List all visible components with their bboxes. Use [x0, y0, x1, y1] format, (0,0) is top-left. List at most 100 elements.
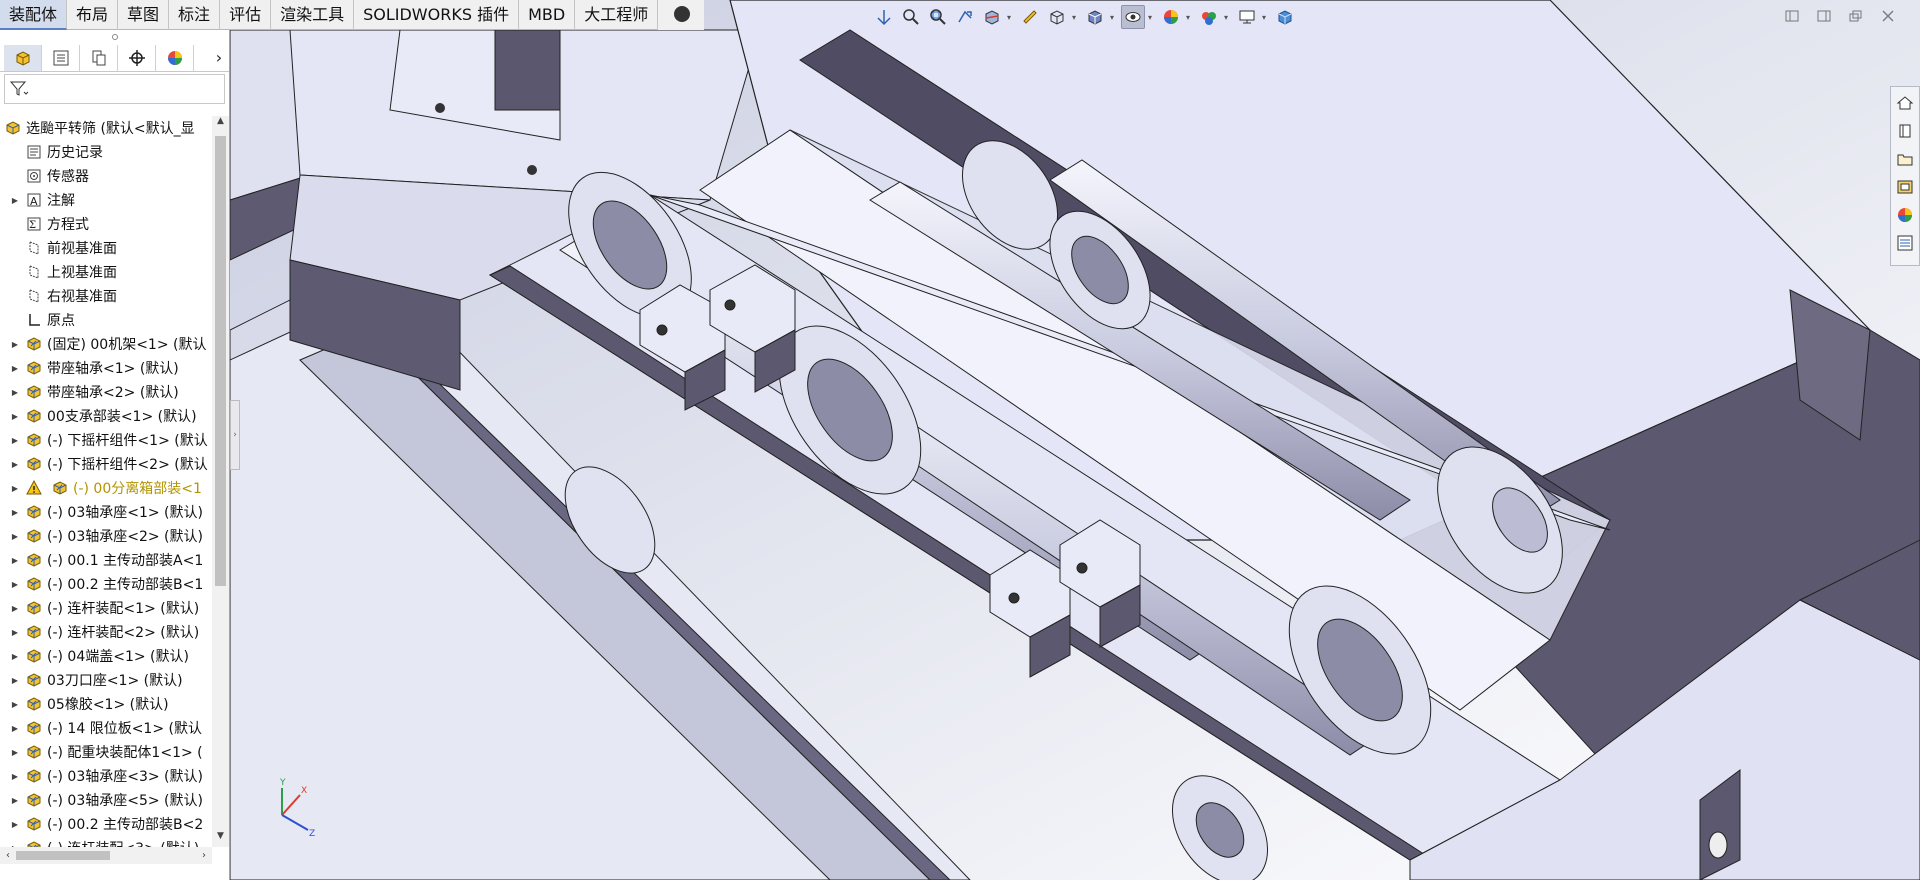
- tree-item[interactable]: ▶ (-) 03轴承座<3> (默认): [0, 764, 212, 788]
- apply-scene-icon[interactable]: [1197, 5, 1221, 29]
- tree-item[interactable]: 历史记录: [0, 140, 212, 164]
- panel-collapse-handle[interactable]: ›: [230, 400, 240, 470]
- graphics-area[interactable]: [230, 0, 1920, 880]
- tree-item[interactable]: 上视基准面: [0, 260, 212, 284]
- design-library-icon[interactable]: [1893, 117, 1917, 145]
- section-view-icon[interactable]: [980, 5, 1004, 29]
- expand-arrow-icon[interactable]: ▶: [9, 700, 21, 709]
- tab-1[interactable]: 布局: [67, 0, 119, 30]
- zoom-area-icon[interactable]: [926, 5, 950, 29]
- edit-appearance-icon[interactable]: [1159, 5, 1183, 29]
- previous-view-icon[interactable]: [953, 5, 977, 29]
- configurationmanager-icon[interactable]: [80, 44, 118, 71]
- propertymanager-icon[interactable]: [42, 44, 80, 71]
- dimxpertmanager-icon[interactable]: [118, 44, 156, 71]
- expand-arrow-icon[interactable]: ▶: [9, 556, 21, 565]
- tree-item[interactable]: 右视基准面: [0, 284, 212, 308]
- expand-arrow-icon[interactable]: ▶: [9, 748, 21, 757]
- tree-item[interactable]: ▶ (-) 03轴承座<5> (默认): [0, 788, 212, 812]
- expand-arrow-icon[interactable]: ▶: [9, 508, 21, 517]
- appearances-icon[interactable]: [1893, 201, 1917, 229]
- tree-vertical-scrollbar[interactable]: ▲ ▼: [212, 116, 229, 847]
- filter-icon[interactable]: [9, 80, 29, 98]
- tree-item[interactable]: ▶ (-) 00分离箱部装<1: [0, 476, 212, 500]
- tree-item[interactable]: ▶ (-) 00.1 主传动部装A<1: [0, 548, 212, 572]
- expand-arrow-icon[interactable]: ▶: [9, 196, 21, 205]
- file-explorer-icon[interactable]: [1893, 145, 1917, 173]
- chevron-down-icon[interactable]: ▾: [1224, 5, 1232, 29]
- chevron-down-icon[interactable]: ▾: [1007, 5, 1015, 29]
- tab-3[interactable]: 标注: [169, 0, 221, 30]
- chevron-right-icon[interactable]: ›: [209, 45, 229, 71]
- tree-item[interactable]: ▶ 带座轴承<1> (默认): [0, 356, 212, 380]
- tree-item[interactable]: ▶ (-) 下摇杆组件<1> (默认: [0, 428, 212, 452]
- home-icon[interactable]: [1893, 89, 1917, 117]
- tree-root-assembly[interactable]: 选颱平转筛 (默认<默认_显: [0, 116, 212, 140]
- tree-item[interactable]: ▶(-) 连杆装配<3> (默认): [0, 836, 212, 847]
- tree-item[interactable]: Σ 方程式: [0, 212, 212, 236]
- restore-window-icon[interactable]: [1846, 6, 1866, 26]
- scroll-thumb[interactable]: [215, 136, 226, 586]
- chevron-down-icon[interactable]: ▾: [1262, 5, 1270, 29]
- tree-item[interactable]: ▶ (-) 14 限位板<1> (默认: [0, 716, 212, 740]
- expand-arrow-icon[interactable]: ▶: [9, 652, 21, 661]
- tab-2[interactable]: 草图: [118, 0, 170, 30]
- tree-item[interactable]: 原点: [0, 308, 212, 332]
- tab-8[interactable]: 大工程师: [575, 0, 659, 30]
- tree-item[interactable]: ▶ (-) 00.2 主传动部装B<1: [0, 572, 212, 596]
- expand-arrow-icon[interactable]: ▶: [9, 532, 21, 541]
- expand-arrow-icon[interactable]: ▶: [9, 796, 21, 805]
- expand-arrow-icon[interactable]: ▶: [9, 604, 21, 613]
- expand-arrow-icon[interactable]: ▶: [9, 484, 21, 493]
- tree-item[interactable]: ▶ (-) 连杆装配<1> (默认): [0, 596, 212, 620]
- tab-5[interactable]: 渲染工具: [271, 0, 355, 30]
- close-window-icon[interactable]: [1878, 6, 1898, 26]
- hide-show-icon[interactable]: [1121, 5, 1145, 29]
- expand-arrow-icon[interactable]: ▶: [9, 724, 21, 733]
- tree-item[interactable]: ▶ (-) 04端盖<1> (默认): [0, 644, 212, 668]
- expand-arrow-icon[interactable]: ▶: [9, 364, 21, 373]
- chevron-down-icon[interactable]: ▾: [1148, 5, 1156, 29]
- expand-arrow-icon[interactable]: ▶: [9, 340, 21, 349]
- tab-overflow-handle[interactable]: [658, 0, 705, 30]
- tile-right-icon[interactable]: [1814, 6, 1834, 26]
- tree-filter[interactable]: [4, 74, 225, 104]
- tree-item[interactable]: 前视基准面: [0, 236, 212, 260]
- view-orientation-icon[interactable]: [1045, 5, 1069, 29]
- view-settings-icon[interactable]: [1235, 5, 1259, 29]
- tree-item[interactable]: ▶ 05橡胶<1> (默认): [0, 692, 212, 716]
- tree-item[interactable]: ▶ (-) 连杆装配<2> (默认): [0, 620, 212, 644]
- expand-arrow-icon[interactable]: ▶: [9, 388, 21, 397]
- assembly-model-view[interactable]: [230, 0, 1920, 880]
- dynamic-annotation-icon[interactable]: [1018, 5, 1042, 29]
- tree-item[interactable]: ▶ (-) 00.2 主传动部装B<2: [0, 812, 212, 836]
- expand-arrow-icon[interactable]: ▶: [9, 628, 21, 637]
- tab-7[interactable]: MBD: [519, 0, 576, 30]
- expand-arrow-icon[interactable]: ▶: [9, 820, 21, 829]
- tree-item[interactable]: 传感器: [0, 164, 212, 188]
- expand-arrow-icon[interactable]: ▶: [9, 580, 21, 589]
- scroll-right-icon[interactable]: ›: [196, 847, 212, 864]
- tile-left-icon[interactable]: [1782, 6, 1802, 26]
- scroll-up-icon[interactable]: ▲: [212, 116, 229, 132]
- tree-item[interactable]: ▶ 00支承部装<1> (默认): [0, 404, 212, 428]
- scroll-left-icon[interactable]: ‹: [0, 847, 16, 864]
- panel-grip[interactable]: [0, 30, 229, 44]
- expand-arrow-icon[interactable]: ▶: [9, 772, 21, 781]
- custom-properties-icon[interactable]: [1893, 229, 1917, 257]
- zoom-to-fit-icon[interactable]: [899, 5, 923, 29]
- view-palette-icon[interactable]: [1893, 173, 1917, 201]
- chevron-down-icon[interactable]: ▾: [1186, 5, 1194, 29]
- move-icon[interactable]: [872, 5, 896, 29]
- tree-item[interactable]: ▶ (-) 下摇杆组件<2> (默认: [0, 452, 212, 476]
- expand-arrow-icon[interactable]: ▶: [9, 412, 21, 421]
- tree-item[interactable]: ▶ (-) 03轴承座<2> (默认): [0, 524, 212, 548]
- tree-item[interactable]: ▶ A 注解: [0, 188, 212, 212]
- display-style-icon[interactable]: [1083, 5, 1107, 29]
- tree-item[interactable]: ▶ 03刀口座<1> (默认): [0, 668, 212, 692]
- featuremanager-icon[interactable]: [4, 44, 42, 71]
- tab-0[interactable]: 装配体: [0, 0, 68, 30]
- tab-6[interactable]: SOLIDWORKS 插件: [354, 0, 520, 30]
- chevron-down-icon[interactable]: ▾: [1110, 5, 1118, 29]
- 3d-view-icon[interactable]: [1273, 5, 1297, 29]
